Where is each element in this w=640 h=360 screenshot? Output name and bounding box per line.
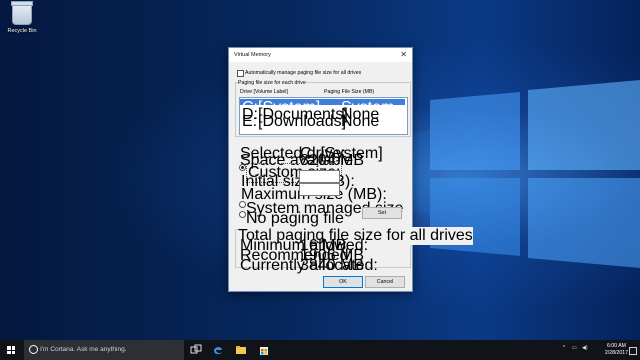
maximum-size-input[interactable] — [299, 183, 340, 196]
list-item[interactable]: C: [System] System managed — [240, 99, 408, 134]
recycle-bin-icon — [11, 1, 33, 25]
task-view-icon[interactable] — [190, 344, 202, 356]
list-item[interactable]: E: [Downloads] None — [240, 113, 405, 130]
drive-label: [Downloads] — [258, 113, 347, 130]
list-item[interactable]: D: [Documents] None — [240, 106, 405, 123]
action-center-icon[interactable] — [629, 347, 637, 355]
clock[interactable]: 6:00 AM 2/28/2017 — [605, 343, 628, 357]
cortana-search-box[interactable]: I'm Cortana. Ask me anything. — [24, 340, 184, 360]
recycle-bin-label: Recycle Bin — [7, 28, 37, 34]
store-icon[interactable] — [258, 344, 270, 356]
taskbar: I'm Cortana. Ask me anything. ^ ▭ ◀) 6:0… — [0, 340, 640, 360]
clock-time: 6:00 AM — [606, 343, 626, 349]
ok-button[interactable]: OK — [323, 276, 363, 288]
windows-start-icon — [7, 346, 11, 350]
recycle-bin[interactable]: Recycle Bin — [4, 1, 40, 34]
each-drive-section-title: Paging file size for each drive — [238, 80, 306, 86]
column-size: Paging File Size (MB) — [324, 89, 375, 95]
drive-letter: E: — [242, 113, 258, 130]
search-placeholder: I'm Cortana. Ask me anything. — [40, 346, 127, 353]
clock-date: 2/28/2017 — [604, 350, 628, 356]
dialog-title: Virtual Memory — [234, 52, 271, 58]
auto-manage-label[interactable]: Automatically manage paging file size fo… — [245, 70, 361, 76]
set-button[interactable]: Set — [362, 207, 402, 219]
close-icon[interactable]: ✕ — [400, 50, 407, 59]
currently-allocated-value: 3840 MB — [300, 257, 365, 274]
custom-size-radio[interactable] — [239, 164, 246, 171]
drive-size: None — [341, 113, 380, 130]
cancel-button[interactable]: Cancel — [365, 276, 405, 288]
drive-list[interactable]: C: [System] System managed D: [Documents… — [239, 97, 408, 135]
cortana-icon — [29, 345, 38, 354]
edge-browser-icon[interactable] — [212, 344, 224, 356]
column-drive: Drive [Volume Label] — [240, 89, 288, 95]
no-paging-radio[interactable] — [239, 211, 246, 218]
system-managed-radio[interactable] — [239, 201, 246, 208]
no-paging-label[interactable]: No paging file — [246, 210, 344, 228]
initial-size-input[interactable] — [299, 170, 340, 183]
tray-chevron-icon[interactable]: ^ — [563, 345, 565, 351]
network-icon[interactable]: ▭ — [572, 345, 577, 351]
auto-manage-checkbox[interactable] — [237, 70, 244, 77]
volume-icon[interactable]: ◀) — [582, 345, 588, 351]
start-button[interactable] — [7, 346, 15, 354]
dialog-titlebar[interactable]: Virtual Memory ✕ — [229, 48, 412, 62]
file-explorer-icon[interactable] — [235, 344, 247, 356]
